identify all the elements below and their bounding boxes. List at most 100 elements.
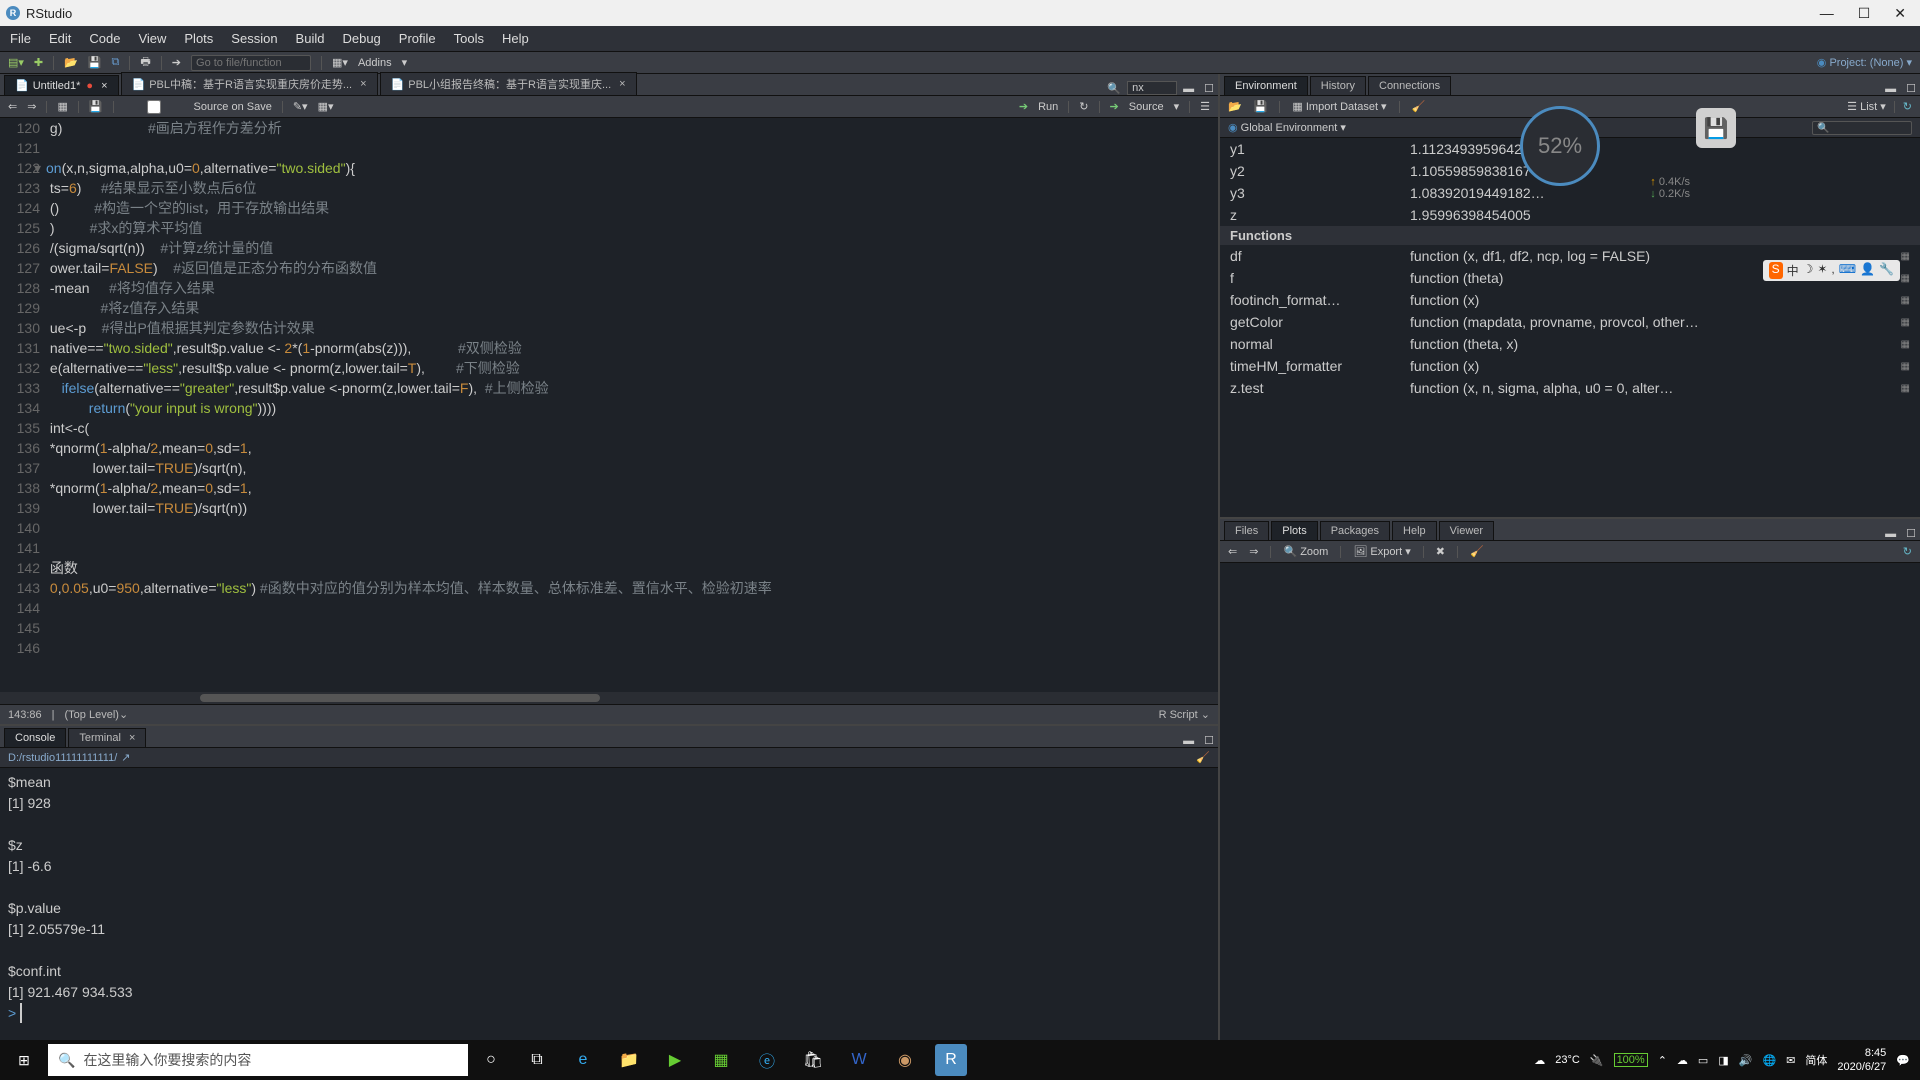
env-tab-environment[interactable]: Environment <box>1224 76 1308 95</box>
close-tab-icon[interactable]: × <box>360 78 366 90</box>
view-function-icon[interactable]: ▦ <box>1901 339 1910 350</box>
tray-expand-icon[interactable]: ⌃ <box>1658 1054 1667 1067</box>
menu-edit[interactable]: Edit <box>49 31 71 46</box>
panel-minimize-icon[interactable]: ▬ <box>1179 83 1198 95</box>
view-function-icon[interactable]: ▦ <box>1901 361 1910 372</box>
env-function-row[interactable]: footinch_format…function (x)▦ <box>1220 289 1920 311</box>
file-type[interactable]: R Script <box>1159 709 1198 721</box>
environment-scope[interactable]: Global Environment <box>1241 122 1338 134</box>
menu-build[interactable]: Build <box>296 31 325 46</box>
panel-maximize-icon[interactable]: ☐ <box>1200 734 1218 747</box>
panel-minimize-icon[interactable]: ▬ <box>1881 83 1900 95</box>
system-monitor-overlay[interactable]: 52% <box>1520 106 1600 186</box>
taskbar-search[interactable]: 🔍 在这里输入你要搜索的内容 <box>48 1044 468 1076</box>
env-function-row[interactable]: z.testfunction (x, n, sigma, alpha, u0 =… <box>1220 377 1920 399</box>
grid-icon[interactable]: ▦▾ <box>332 56 348 69</box>
view-function-icon[interactable]: ▦ <box>1901 273 1910 284</box>
menu-code[interactable]: Code <box>89 31 120 46</box>
globe-icon[interactable]: 🌐 <box>1762 1054 1776 1067</box>
refresh-plot-icon[interactable]: ↻ <box>1903 545 1912 558</box>
menu-plots[interactable]: Plots <box>184 31 213 46</box>
clear-plots-icon[interactable]: 🧹 <box>1470 545 1484 558</box>
ime-indicator[interactable]: 简体 <box>1805 1052 1827 1068</box>
cortana-icon[interactable]: ○ <box>468 1051 514 1069</box>
panel-minimize-icon[interactable]: ▬ <box>1881 528 1900 540</box>
source-button[interactable]: Source <box>1129 101 1164 113</box>
run-button[interactable]: Run <box>1038 101 1058 113</box>
menu-profile[interactable]: Profile <box>399 31 436 46</box>
search-icon[interactable]: 🔍 <box>1103 82 1125 95</box>
import-dataset-button[interactable]: ▦ Import Dataset ▾ <box>1292 100 1386 113</box>
folder-tray-icon[interactable]: ▭ <box>1698 1054 1708 1067</box>
zoom-button[interactable]: 🔍 Zoom <box>1283 545 1328 558</box>
plots-tab-help[interactable]: Help <box>1392 521 1437 540</box>
env-variable-row[interactable]: z1.95996398454005 <box>1220 204 1920 226</box>
view-function-icon[interactable]: ▦ <box>1901 295 1910 306</box>
panel-maximize-icon[interactable]: ☐ <box>1902 527 1920 540</box>
goto-file-input[interactable] <box>191 55 311 71</box>
new-file-icon[interactable]: ▤▾ <box>8 56 24 69</box>
editor-horizontal-scrollbar[interactable] <box>0 692 1218 704</box>
remove-plot-icon[interactable]: ✖ <box>1436 545 1445 558</box>
menu-help[interactable]: Help <box>502 31 529 46</box>
compile-report-icon[interactable]: ▦▾ <box>318 100 334 113</box>
show-document-icon[interactable]: ▦ <box>57 100 67 113</box>
weather-icon[interactable]: ☁ <box>1534 1054 1545 1067</box>
env-tab-history[interactable]: History <box>1310 76 1366 95</box>
env-tab-connections[interactable]: Connections <box>1368 76 1451 95</box>
code-scope[interactable]: (Top Level) <box>65 709 119 721</box>
new-project-icon[interactable]: ✚ <box>34 56 43 69</box>
print-icon[interactable]: 🖶 <box>140 53 150 72</box>
app-tan-icon[interactable]: ◉ <box>882 1050 928 1070</box>
save-icon[interactable]: 💾 <box>88 56 102 69</box>
refresh-icon[interactable]: ↻ <box>1903 100 1912 113</box>
media-icon[interactable]: ▶ <box>652 1050 698 1070</box>
addins-button[interactable]: Addins <box>358 57 392 69</box>
plots-tab-plots[interactable]: Plots <box>1271 521 1317 540</box>
save-workspace-icon[interactable]: 💾 <box>1254 100 1268 113</box>
prev-plot-icon[interactable]: ⇐ <box>1228 545 1237 558</box>
console-output[interactable]: $mean [1] 928 $z [1] -6.6 $p.value [1] 2… <box>0 768 1218 1040</box>
plots-tab-files[interactable]: Files <box>1224 521 1269 540</box>
code-editor[interactable]: 1201211221231241251261271281291301311321… <box>0 118 1218 692</box>
run-icon[interactable]: ➔ <box>1019 100 1028 113</box>
console-tab-console[interactable]: Console <box>4 728 66 747</box>
outline-icon[interactable]: ☰ <box>1200 100 1210 113</box>
list-view-button[interactable]: ☰ List ▾ <box>1847 100 1886 113</box>
view-function-icon[interactable]: ▦ <box>1901 383 1910 394</box>
project-label[interactable]: ◉ Project: (None) ▾ <box>1817 56 1912 69</box>
rstudio-taskbar-icon[interactable]: R <box>935 1044 967 1076</box>
clear-workspace-icon[interactable]: 🧹 <box>1412 100 1426 113</box>
wand-icon[interactable]: ✎▾ <box>293 100 308 113</box>
source-tab[interactable]: 📄PBL中稿：基于R语言实现重庆房价走势...× <box>121 72 378 95</box>
next-plot-icon[interactable]: ⇒ <box>1249 545 1258 558</box>
mail-tray-icon[interactable]: ✉ <box>1786 1054 1795 1067</box>
close-button[interactable]: ✕ <box>1894 5 1906 22</box>
start-button[interactable]: ⊞ <box>0 1052 48 1069</box>
console-tab-terminal[interactable]: Terminal× <box>68 728 146 747</box>
battery-status[interactable]: 100% <box>1614 1053 1648 1067</box>
forward-icon[interactable]: ⇒ <box>27 100 36 113</box>
menu-file[interactable]: File <box>10 31 31 46</box>
rerun-icon[interactable]: ↻ <box>1079 100 1088 113</box>
export-button[interactable]: 🖼 Export ▾ <box>1353 545 1410 558</box>
plots-tab-viewer[interactable]: Viewer <box>1439 521 1494 540</box>
save-all-icon[interactable]: ⧉ <box>112 56 120 69</box>
notifications-icon[interactable]: 💬 <box>1896 1054 1910 1067</box>
close-tab-icon[interactable]: × <box>101 80 107 92</box>
ie-icon[interactable]: ⓔ <box>744 1048 790 1072</box>
close-tab-icon[interactable]: × <box>619 78 625 90</box>
power-tray-icon[interactable]: ◨ <box>1718 1054 1728 1067</box>
maximize-button[interactable]: ☐ <box>1858 5 1871 22</box>
clock[interactable]: 8:45 2020/6/27 <box>1837 1046 1886 1074</box>
load-workspace-icon[interactable]: 📂 <box>1228 100 1242 113</box>
source-tab[interactable]: 📄Untitled1*●× <box>4 75 119 95</box>
tabs-search-input[interactable] <box>1127 81 1177 95</box>
menu-debug[interactable]: Debug <box>342 31 380 46</box>
edge-icon[interactable]: e <box>560 1051 606 1069</box>
app-green-icon[interactable]: ▦ <box>698 1050 744 1070</box>
onedrive-icon[interactable]: ☁ <box>1677 1054 1688 1067</box>
power-icon[interactable]: 🔌 <box>1590 1054 1604 1067</box>
console-working-dir[interactable]: D:/rstudio11111111111/ <box>8 752 117 764</box>
back-icon[interactable]: ⇐ <box>8 100 17 113</box>
